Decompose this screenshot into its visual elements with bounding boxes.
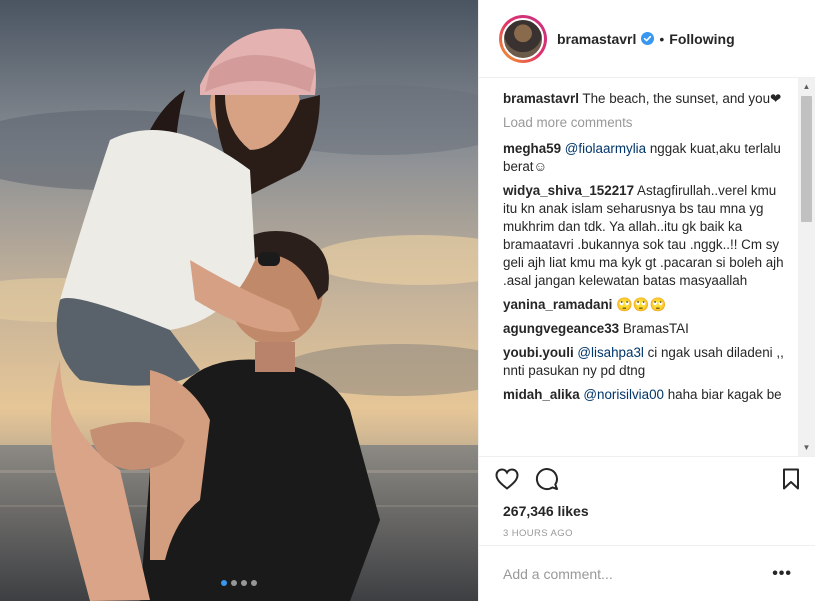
beach-sunset-photo (0, 0, 478, 601)
more-options-icon[interactable]: ••• (772, 565, 792, 583)
comment-item: megha59 @fiolaarmylia nggak kuat,aku ter… (503, 140, 792, 176)
comment-item: widya_shiva_152217 Astagfirullah..verel … (503, 182, 792, 290)
carousel-dot[interactable] (241, 580, 247, 586)
post-photo[interactable] (0, 0, 478, 601)
comment-username[interactable]: agungvegeance33 (503, 321, 619, 336)
scroll-down-arrow-icon[interactable]: ▼ (798, 439, 815, 456)
add-comment-bar: ••• (479, 545, 815, 601)
comment-username[interactable]: midah_alika (503, 387, 580, 402)
comment-text: 🙄🙄🙄 (616, 297, 667, 312)
comment-bubble-icon[interactable] (535, 459, 575, 499)
header-username[interactable]: bramastavrl (557, 31, 636, 47)
scroll-up-arrow-icon[interactable]: ▲ (798, 78, 815, 95)
add-comment-input[interactable] (503, 565, 773, 582)
comments-scrollbar[interactable]: ▲ ▼ (798, 78, 815, 456)
carousel-dot[interactable] (251, 580, 257, 586)
bookmark-icon[interactable] (760, 459, 800, 499)
carousel-dot[interactable] (231, 580, 237, 586)
verified-badge-icon (641, 32, 655, 45)
post-timestamp[interactable]: 3 HOURS AGO (503, 528, 800, 539)
comment-mention[interactable]: @fiolaarmylia (565, 141, 646, 156)
comment-username[interactable]: megha59 (503, 141, 561, 156)
comment-text: Astagfirullah..verel kmu itu kn anak isl… (503, 183, 784, 288)
instagram-post: bramastavrl • Following bramastavrl The … (0, 0, 815, 601)
post-side-panel: bramastavrl • Following bramastavrl The … (478, 0, 815, 601)
comment-username[interactable]: yanina_ramadani (503, 297, 612, 312)
heart-icon[interactable] (495, 459, 535, 499)
comment-item: youbi.youli @lisahpa3l ci ngak usah dila… (503, 344, 792, 380)
post-actions: 267,346 likes 3 HOURS AGO (479, 456, 815, 539)
comment-mention[interactable]: @norisilvia00 (583, 387, 664, 402)
caption: bramastavrl The beach, the sunset, and y… (503, 90, 792, 108)
header-separator: • (659, 30, 665, 47)
comment-username[interactable]: youbi.youli (503, 345, 574, 360)
story-ring[interactable] (499, 14, 547, 63)
load-more-comments-link[interactable]: Load more comments (503, 114, 792, 132)
likes-count[interactable]: 267,346 likes (503, 503, 800, 519)
comments-section: bramastavrl The beach, the sunset, and y… (479, 78, 815, 456)
comment-username[interactable]: widya_shiva_152217 (503, 183, 634, 198)
comment-mention[interactable]: @lisahpa3l (577, 345, 643, 360)
carousel-indicator (0, 580, 478, 586)
caption-text: The beach, the sunset, and you❤ (582, 91, 782, 106)
carousel-dot[interactable] (221, 580, 227, 586)
following-button[interactable]: Following (669, 31, 734, 47)
comment-item: yanina_ramadani 🙄🙄🙄 (503, 296, 792, 314)
scrollbar-thumb[interactable] (801, 96, 812, 222)
comment-item: midah_alika @norisilvia00 haha biar kaga… (503, 386, 792, 404)
post-header: bramastavrl • Following (479, 0, 815, 78)
comment-text: haha biar kagak be (664, 387, 782, 402)
comment-item: agungvegeance33 BramasTAI (503, 320, 792, 338)
caption-username[interactable]: bramastavrl (503, 91, 579, 106)
avatar[interactable] (502, 17, 544, 60)
comment-text: BramasTAI (622, 321, 689, 336)
